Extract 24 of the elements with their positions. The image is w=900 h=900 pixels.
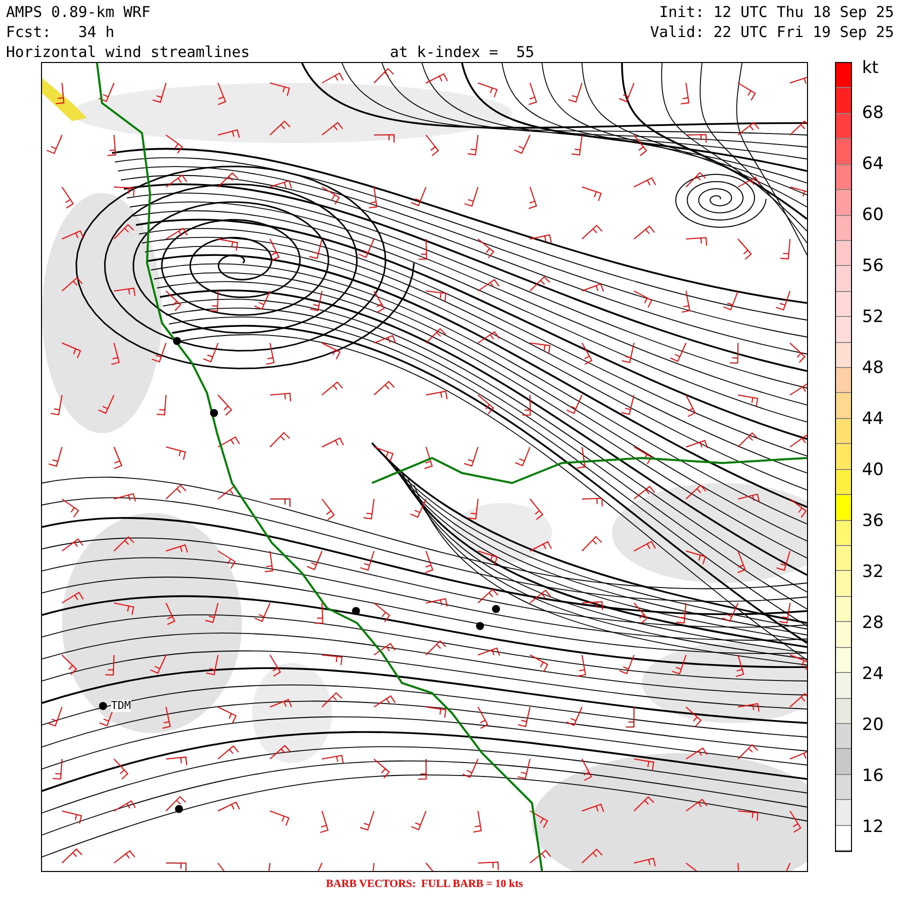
colorbar-tick-label: 20 [862,714,884,735]
colorbar-tick-label: 16 [862,766,884,786]
colorbar-tick-label: 60 [862,204,884,225]
colorbar-tick-label: 24 [862,664,884,684]
colorbar-tick-label: 28 [862,612,884,633]
model-title: AMPS 0.89-km WRF [6,2,152,22]
colorbar-tick-label: 44 [862,408,884,429]
valid-time: Valid: 22 UTC Fri 19 Sep 25 [650,22,894,42]
colorbar-tick-label: 12 [862,816,884,837]
colorbar-tick-label: 68 [862,102,884,123]
station-label: TDM [111,700,131,712]
colorbar-tick-label: 48 [862,358,884,378]
colorbar-tick-label: 36 [862,510,884,531]
colorbar-tick-label: 52 [862,306,884,327]
colorbar-tick-label: 40 [862,460,884,480]
unit-label: kt [862,58,879,78]
colorbar-tick-label: 32 [862,562,884,582]
level-label: at k-index = 55 [390,42,534,62]
colorbar-tick-label: 64 [862,154,884,174]
forecast-hour: Fcst: 34 h [6,22,116,42]
barb-legend-caption: BARB VECTORS: FULL BARB = 10 kts [326,878,523,890]
field-title: Horizontal wind streamlines [6,42,250,62]
init-time: Init: 12 UTC Thu 18 Sep 25 [659,2,894,22]
colorbar-tick-label: 56 [862,256,884,276]
